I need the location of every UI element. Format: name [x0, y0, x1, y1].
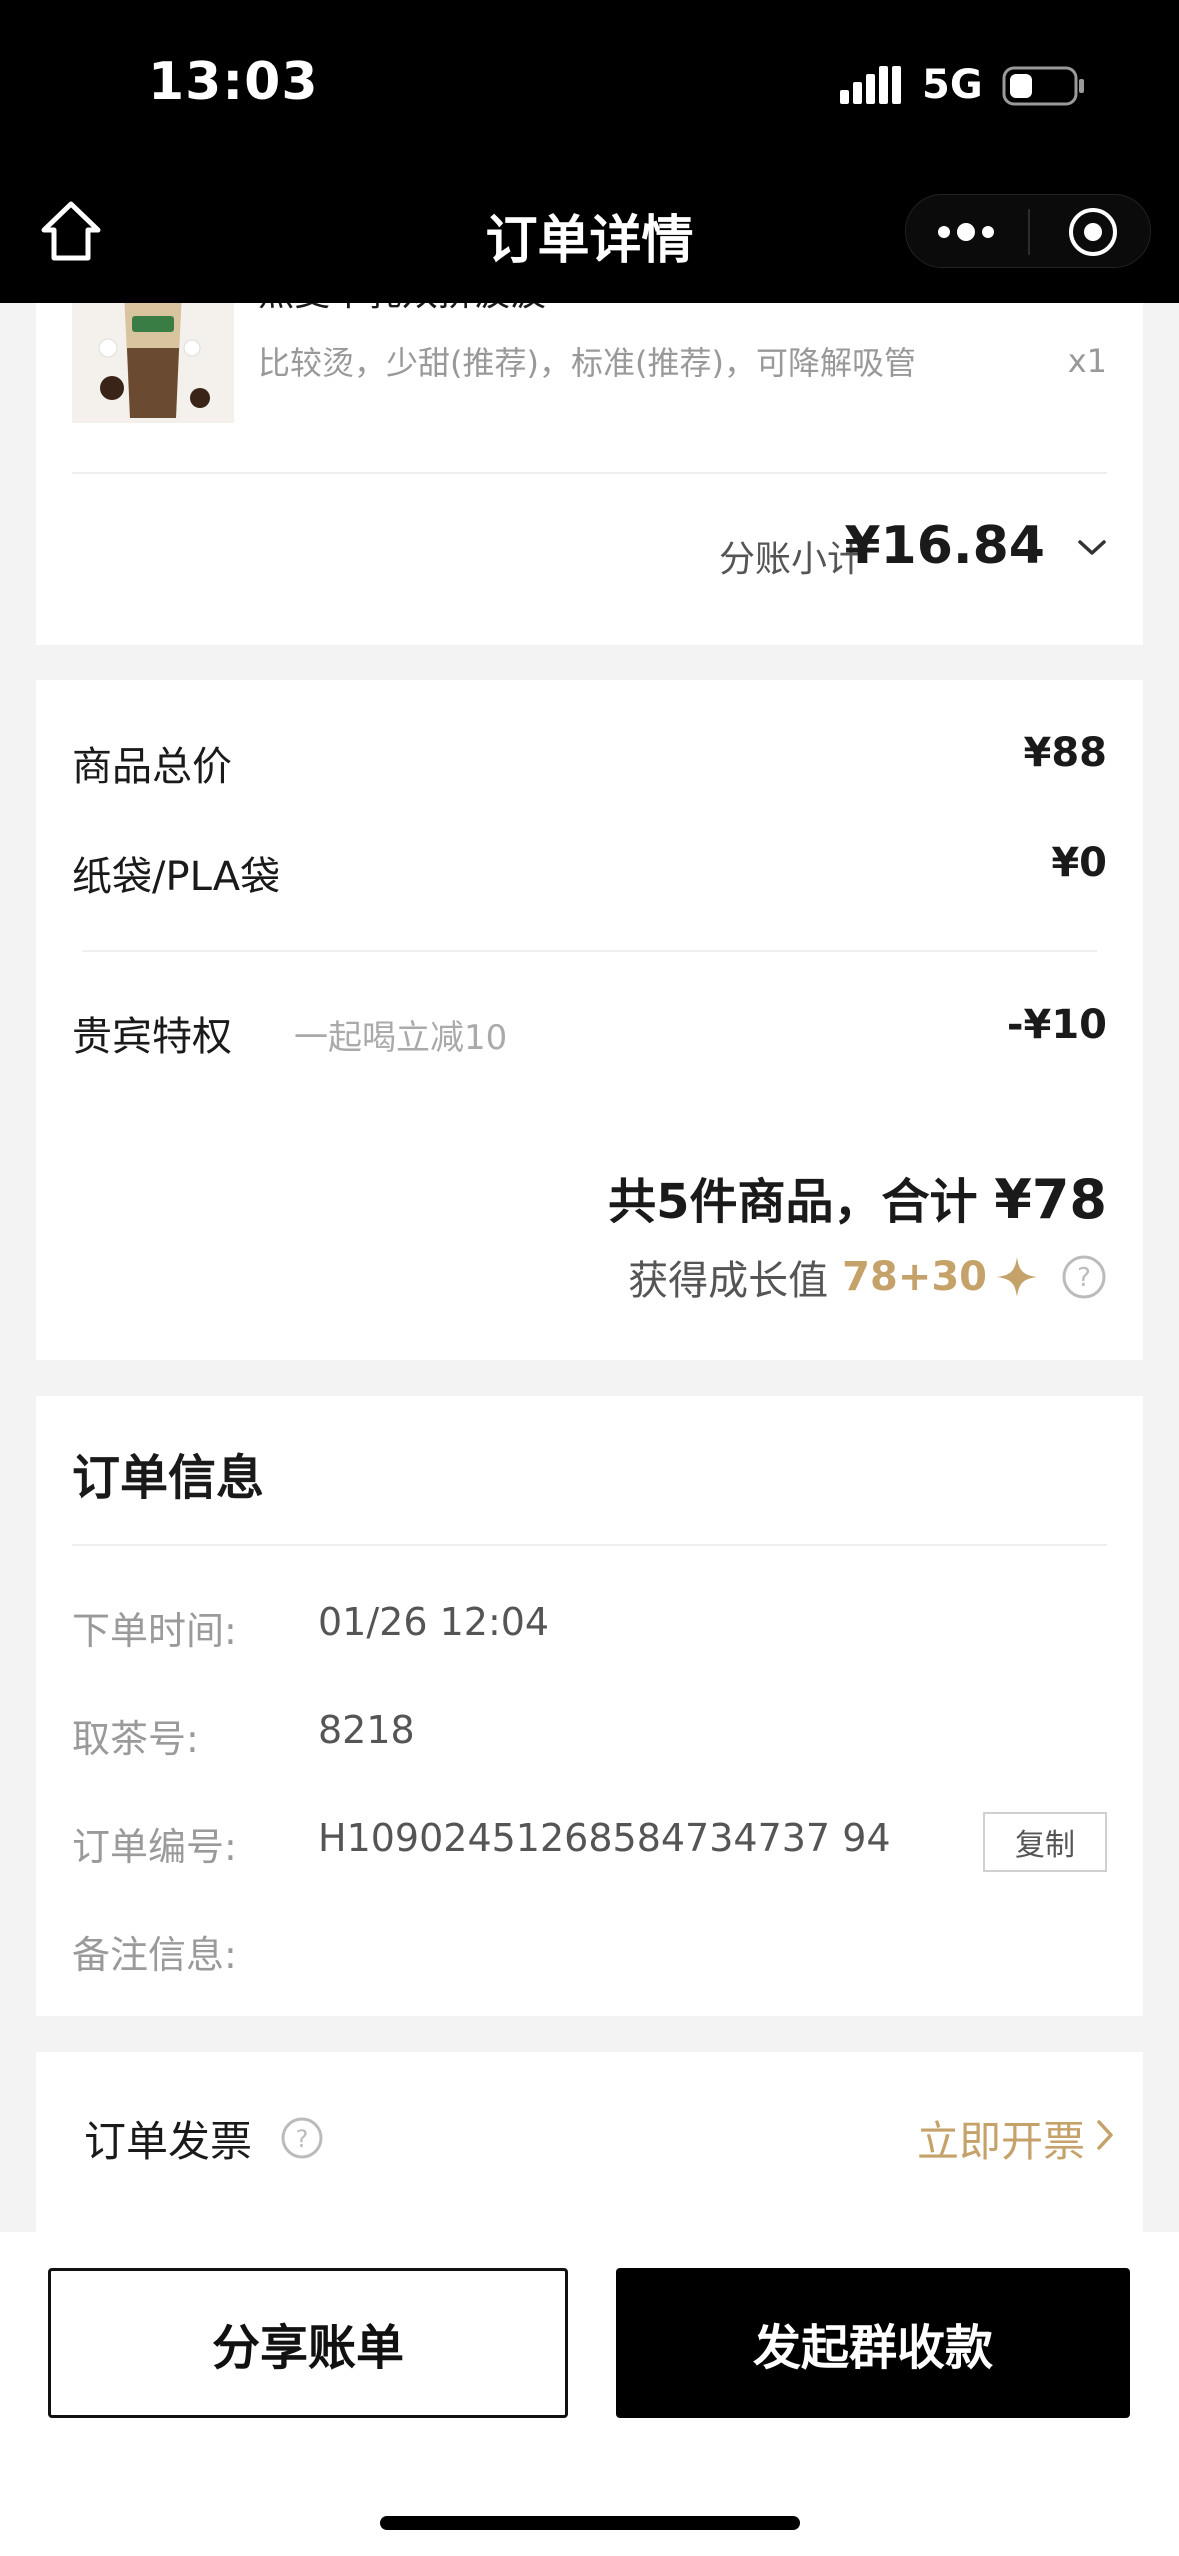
product-quantity: x1 — [1067, 342, 1107, 380]
order-time-value: 01/26 12:04 — [318, 1600, 550, 1644]
product-image — [72, 288, 234, 423]
remark-label: 备注信息: — [72, 1933, 237, 1977]
order-number-value: H10902451268584734737 94 — [318, 1816, 891, 1860]
total-amount: ¥78 — [994, 1168, 1107, 1231]
chevron-down-icon[interactable] — [1077, 538, 1107, 558]
home-indicator — [380, 2516, 800, 2530]
bottom-action-bar: 分享账单 发起群收款 — [0, 2232, 1179, 2556]
sparkle-icon — [997, 1257, 1037, 1297]
signal-icon — [840, 66, 901, 104]
help-icon[interactable]: ? — [1061, 1254, 1107, 1300]
growth-line: 获得成长值 78+30 ? — [628, 1248, 1107, 1306]
vip-discount-value: -¥10 — [1006, 1002, 1107, 1048]
subtotal-label: 分账小计 — [718, 539, 863, 580]
help-icon[interactable]: ? — [280, 2116, 324, 2160]
svg-text:?: ? — [1077, 1263, 1091, 1293]
share-bill-button[interactable]: 分享账单 — [48, 2268, 568, 2418]
order-number-label: 订单编号: — [72, 1825, 237, 1869]
invoice-label: 订单发票 — [84, 2117, 253, 2166]
copy-button[interactable]: 复制 — [983, 1812, 1107, 1872]
bag-label: 纸袋/PLA袋 — [72, 854, 281, 900]
issue-invoice-link[interactable]: 立即开票 — [917, 2108, 1085, 2169]
bag-value: ¥0 — [1051, 840, 1107, 886]
vip-label: 贵宾特权 — [72, 1014, 232, 1060]
order-total: 共5件商品，合计 ¥78 — [608, 1162, 1107, 1232]
chevron-right-icon[interactable] — [1095, 2118, 1115, 2152]
top-bar: 13:03 5G 订单详情 — [0, 0, 1179, 303]
pickup-number-value: 8218 — [318, 1708, 415, 1752]
divider — [82, 950, 1097, 952]
order-time-label: 下单时间: — [72, 1609, 237, 1653]
growth-label: 获得成长值 — [628, 1258, 829, 1304]
divider — [72, 1544, 1107, 1546]
status-time: 13:03 — [148, 52, 319, 112]
pickup-number-label: 取茶号: — [72, 1717, 199, 1761]
network-label: 5G — [922, 62, 983, 108]
order-info-card: 订单信息 下单时间: 01/26 12:04 取茶号: 8218 订单编号: H… — [36, 1396, 1143, 2016]
capsule-divider — [1028, 209, 1030, 255]
invoice-card[interactable]: 订单发票 ? 立即开票 — [36, 2052, 1143, 2232]
total-prefix: 共5件商品，合计 — [608, 1174, 978, 1230]
price-summary-card: 商品总价 ¥88 纸袋/PLA袋 ¥0 贵宾特权 一起喝立减10 -¥10 共5… — [36, 680, 1143, 1360]
mini-program-capsule — [905, 194, 1151, 268]
vip-note: 一起喝立减10 — [294, 1018, 508, 1058]
close-miniprogram-icon[interactable] — [1066, 205, 1120, 259]
goods-total-label: 商品总价 — [72, 744, 232, 790]
group-collection-button[interactable]: 发起群收款 — [616, 2268, 1130, 2418]
svg-text:?: ? — [296, 2125, 309, 2153]
more-icon[interactable] — [934, 217, 998, 247]
divider — [72, 472, 1107, 474]
battery-icon — [1002, 66, 1084, 106]
product-specs: 比较烫，少甜(推荐)，标准(推荐)，可降解吸管 — [258, 344, 916, 382]
growth-points: 78+30 — [842, 1254, 987, 1300]
subtotal-value: ¥16.84 — [844, 516, 1045, 576]
goods-total-value: ¥88 — [1023, 730, 1108, 776]
order-info-title: 订单信息 — [72, 1450, 265, 1506]
